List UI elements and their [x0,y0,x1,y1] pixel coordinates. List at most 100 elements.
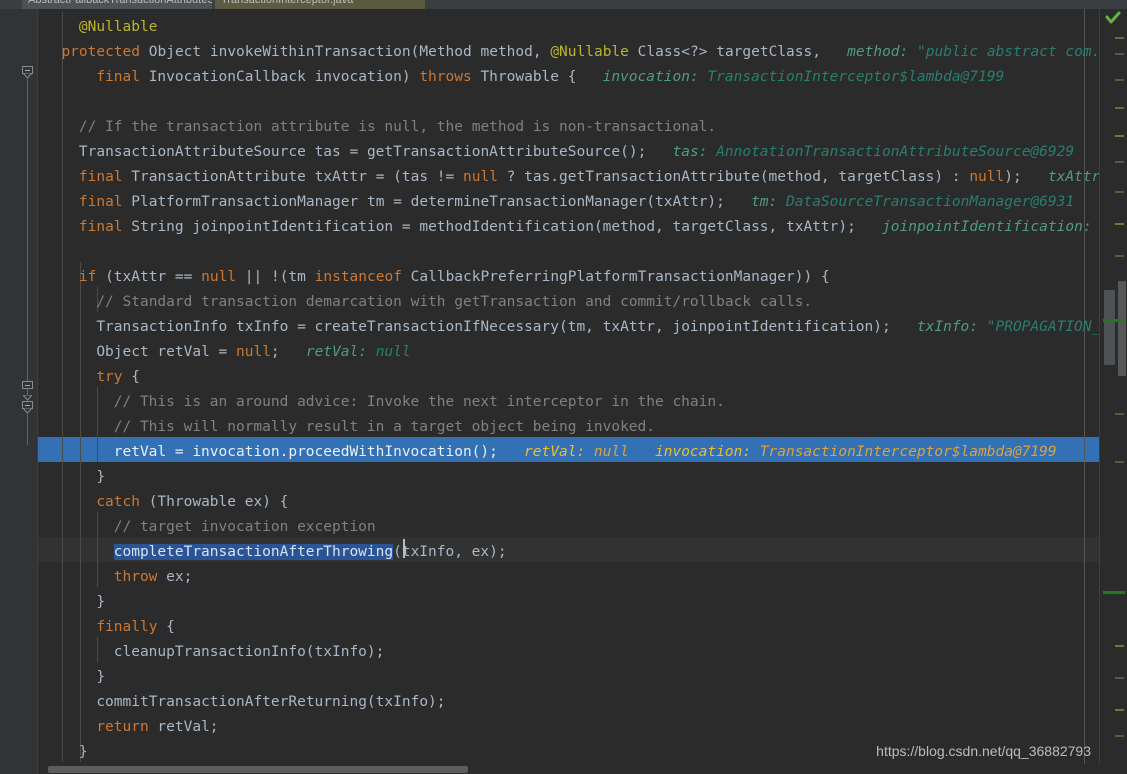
code-token: @Nullable [550,44,638,60]
code-line[interactable]: @Nullable [79,15,158,40]
stripe-mark[interactable] [1115,735,1124,737]
text-caret [403,539,405,558]
code-line[interactable]: try { [96,365,140,390]
horizontal-scrollbar-thumb[interactable] [48,766,468,773]
check-icon[interactable] [1105,11,1121,25]
code-token: } [96,594,106,610]
vertical-scrollbar-track-mark[interactable] [1118,281,1126,376]
code-line[interactable]: protected Object invokeWithinTransaction… [61,40,1100,65]
code-token: instanceof [314,269,411,285]
breakpoint-gutter[interactable] [0,9,17,774]
code-token: cleanupTransactionInfo(txInfo); [113,644,385,660]
code-line[interactable]: Object retVal = null; retVal: null [96,340,410,365]
stripe-mark[interactable] [1115,79,1124,81]
code-token: ex; [166,569,193,585]
code-line[interactable]: TransactionAttributeSource tas = getTran… [79,140,1074,165]
stripe-mark[interactable] [1115,223,1124,225]
code-line[interactable]: } [96,665,105,690]
code-token: // This will normally result in a target… [113,419,655,435]
code-line[interactable]: finally { [96,615,175,640]
editor-tab-1[interactable]: TransactionInterceptor.java [215,0,425,9]
code-token: null [236,344,271,360]
code-line[interactable]: return retVal; [96,715,218,740]
code-token: joinpointIdentification: [855,219,1092,235]
code-line[interactable]: retVal = invocation.proceedWithInvocatio… [114,440,1057,465]
code-token: tm: [724,194,778,210]
code-token: null [969,169,1005,185]
code-line[interactable]: final TransactionAttribute txAttr = (tas… [79,165,1100,190]
fold-marker-lambda[interactable] [22,395,33,413]
code-token: TransactionAttribute txAttr = (tas != [131,169,463,185]
stripe-mark[interactable] [1115,135,1124,137]
stripe-mark[interactable] [1115,461,1124,463]
code-token: Object invokeWithinTransaction(Method me… [148,44,551,60]
code-token: ; [270,344,280,360]
code-token: !(tm [270,269,315,285]
stripe-mark[interactable] [1115,677,1124,679]
code-token: if [78,269,106,285]
stripe-mark-modified[interactable] [1103,591,1125,594]
code-line[interactable]: // This is an around advice: Invoke the … [114,390,725,415]
code-line[interactable]: // If the transaction attribute is null,… [79,115,716,140]
code-token: // Standard transaction demarcation with… [96,294,813,310]
code-line[interactable]: } [96,590,105,615]
code-token: TransactionAttributeSource tas = getTran… [78,144,647,160]
stripe-mark[interactable] [1115,255,1124,257]
indent-guide [97,512,99,587]
stripe-mark[interactable] [1115,107,1124,109]
code-token: null [201,269,245,285]
code-token: } [96,469,106,485]
code-line[interactable]: TransactionInfo txInfo = createTransacti… [96,315,1100,340]
code-line[interactable]: if (txAttr == null || !(tm instanceof Ca… [79,265,830,290]
code-editor[interactable]: @Nullable protected Object invokeWithinTr… [0,9,1127,774]
code-line[interactable]: catch (Throwable ex) { [96,490,288,515]
code-token: Throwable { [480,69,577,85]
stripe-mark[interactable] [1115,413,1124,415]
right-margin-guide [1084,9,1085,764]
stripe-mark[interactable] [1115,53,1124,55]
scrollbar-corner [1100,764,1127,774]
code-line[interactable]: } [96,465,105,490]
code-line[interactable]: throw ex; [114,565,193,590]
code-line[interactable]: // target invocation exception [114,515,376,540]
code-token: null [463,169,498,185]
code-line[interactable]: commitTransactionAfterReturning(txInfo); [96,690,445,715]
horizontal-scrollbar-track[interactable] [38,764,1100,774]
code-token: final [78,169,132,185]
stripe-mark[interactable] [1115,709,1124,711]
code-token: retVal; [157,719,219,735]
code-line[interactable]: // Standard transaction demarcation with… [96,290,812,315]
fold-gutter[interactable] [17,9,38,774]
code-token: ? tas.getTransactionAttribute(method, ta… [497,169,970,185]
code-line[interactable]: // This will normally result in a target… [114,415,655,440]
code-token: // If the transaction attribute is null,… [78,119,717,135]
stripe-mark[interactable] [1115,645,1124,647]
code-token: } [96,669,106,685]
code-line[interactable]: cleanupTransactionInfo(txInfo); [114,640,385,665]
code-token: null [366,344,411,360]
code-line[interactable]: final String joinpointIdentification = m… [79,215,1100,240]
vertical-scrollbar-thumb[interactable] [1104,290,1115,365]
stripe-mark[interactable] [1115,191,1124,193]
code-token: { [166,619,175,635]
fold-marker-try[interactable] [22,381,33,392]
code-line[interactable]: completeTransactionAfterThrowing(txInfo,… [113,540,507,565]
editor-tab-0[interactable]: AbstractFallbackTransactionAttributeSour… [22,0,212,9]
code-token: "PROPAGATION_REQUIRED,ISO [986,319,1100,335]
code-line[interactable]: final PlatformTransactionManager tm = de… [79,190,1074,215]
code-line[interactable]: } [79,740,88,764]
stripe-mark-changed[interactable] [1103,319,1125,322]
stripe-mark[interactable] [1115,161,1124,163]
fold-marker-method[interactable] [22,66,33,78]
code-token: final [96,69,149,85]
code-content-area[interactable]: @Nullable protected Object invokeWithinTr… [38,9,1100,764]
code-token: tas: [646,144,708,160]
code-token: "public abstract com.kingfish.pojo.Us [917,44,1100,60]
error-stripe-and-scrollbar[interactable] [1099,9,1127,774]
code-token: // This is an around advice: Invoke the … [113,394,725,410]
code-token: CallbackPreferringPlatformTransactionMan… [410,269,830,285]
stripe-mark[interactable] [1115,37,1124,39]
code-token: catch [96,494,149,510]
code-token: InvocationCallback invocation) [148,69,420,85]
code-line[interactable]: final InvocationCallback invocation) thr… [96,65,1004,90]
